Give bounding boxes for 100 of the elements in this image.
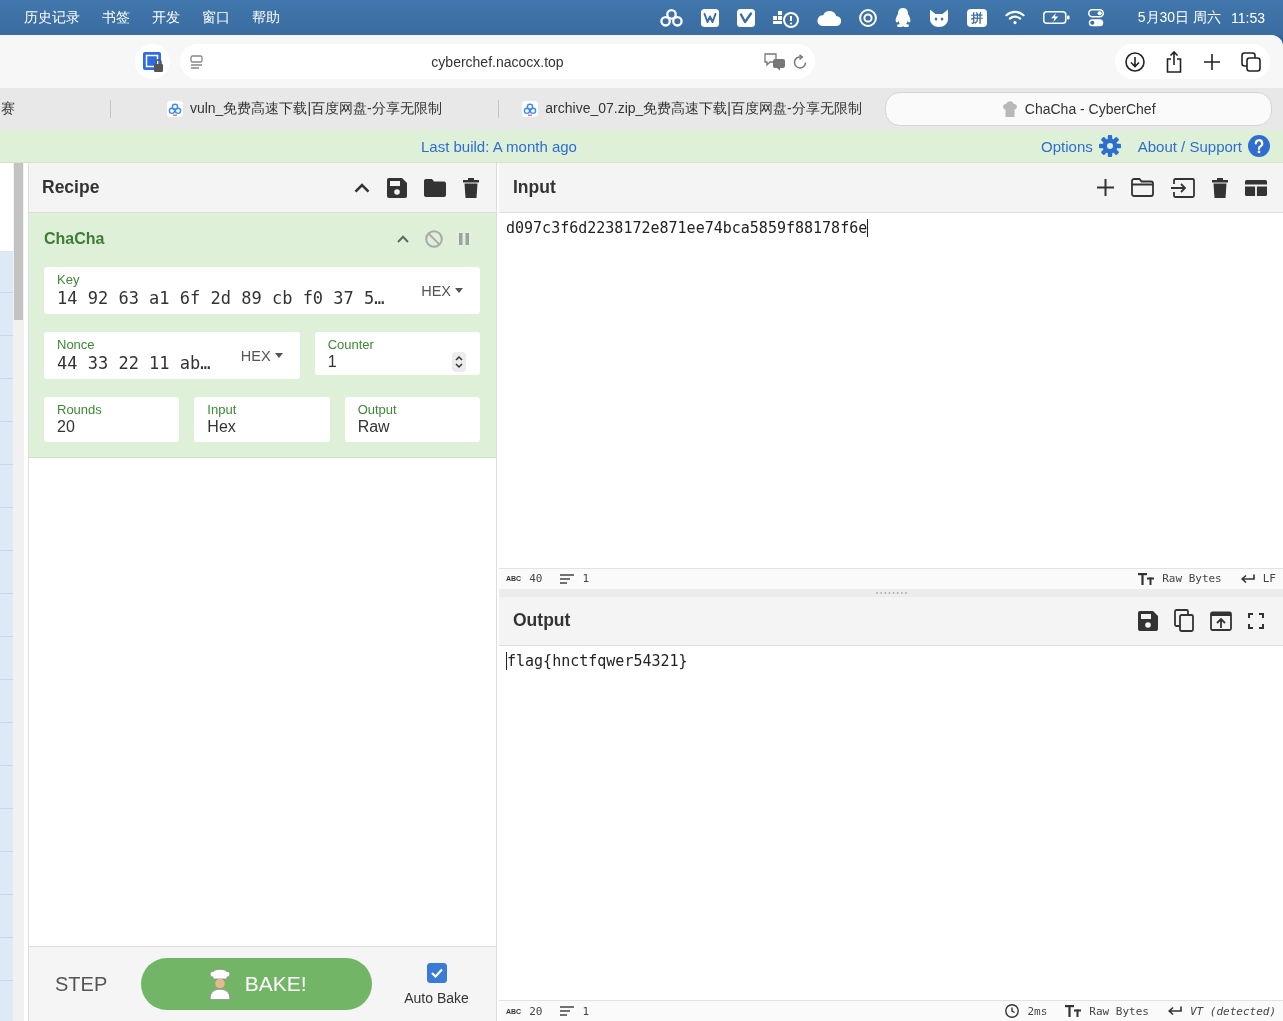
- format-dropdown[interactable]: HEX: [240, 347, 283, 364]
- menu-item[interactable]: 开发: [152, 8, 180, 27]
- encoding-label[interactable]: Raw Bytes: [1162, 572, 1222, 585]
- translate-icon[interactable]: [764, 52, 786, 71]
- operation-title: ChaCha: [44, 230, 105, 248]
- field-label: Rounds: [57, 402, 102, 417]
- chevron-up-icon[interactable]: [354, 182, 370, 193]
- arrow-up-box-icon[interactable]: [1210, 610, 1232, 631]
- length-count: 40: [529, 572, 543, 585]
- field-label: Nonce: [57, 337, 95, 352]
- download-icon[interactable]: [1125, 51, 1145, 72]
- encoding-label[interactable]: Raw Bytes: [1089, 1004, 1149, 1018]
- cat-icon[interactable]: [928, 8, 949, 27]
- return-arrow-icon[interactable]: [1239, 573, 1255, 584]
- pane-title: Output: [513, 610, 571, 631]
- save-icon[interactable]: [1138, 610, 1158, 631]
- text-size-icon[interactable]: [1138, 572, 1155, 585]
- input-method-badge[interactable]: 拼: [966, 8, 987, 27]
- field-label: Counter: [327, 337, 374, 352]
- spinner-icon[interactable]: [452, 352, 466, 372]
- wifi-icon[interactable]: [1004, 10, 1025, 25]
- field-label: Input: [207, 402, 237, 417]
- trash-icon[interactable]: [1212, 177, 1228, 198]
- line-count: 1: [582, 1004, 590, 1018]
- scrollbar-thumb[interactable]: [14, 163, 23, 320]
- copy-icon[interactable]: [1174, 609, 1194, 632]
- auto-bake-label[interactable]: Auto Bake: [404, 989, 469, 1006]
- length-count: 20: [529, 1004, 543, 1018]
- pane-title: Recipe: [42, 177, 100, 198]
- menu-item[interactable]: 历史记录: [24, 8, 80, 27]
- field-value: Raw: [357, 417, 390, 437]
- dropdown-field[interactable]: Rounds 20: [44, 397, 180, 442]
- toggles-icon[interactable]: [1087, 8, 1104, 27]
- format-dropdown[interactable]: HEX: [421, 282, 463, 299]
- penguin-icon[interactable]: [894, 8, 911, 27]
- caret-icon: [455, 288, 463, 293]
- plus-icon[interactable]: [1097, 179, 1114, 196]
- trash-icon[interactable]: [463, 177, 479, 198]
- pane-title: Input: [513, 177, 556, 198]
- dropdown-field[interactable]: Output Raw: [344, 397, 480, 442]
- number-field[interactable]: Counter 1: [314, 332, 480, 375]
- dropdown-field[interactable]: Input Hex: [194, 397, 330, 442]
- field-value: Hex: [207, 417, 236, 437]
- rings-icon[interactable]: [659, 8, 683, 27]
- address-bar[interactable]: cyberchef.nacocx.top: [180, 44, 815, 79]
- line-ending-label[interactable]: LF: [1262, 572, 1276, 585]
- field-value: 44 33 22 11 ab…: [57, 352, 211, 374]
- fullscreen-icon[interactable]: [1248, 612, 1264, 629]
- menu-item[interactable]: 书签: [102, 8, 130, 27]
- arrow-into-box-icon[interactable]: [1171, 177, 1195, 198]
- step-button[interactable]: STEP: [55, 972, 108, 996]
- battery-icon[interactable]: [1042, 11, 1070, 24]
- line-ending-label[interactable]: VT (detected): [1189, 1004, 1276, 1018]
- reload-icon[interactable]: [793, 54, 807, 69]
- lines-icon: [560, 1006, 575, 1016]
- target-icon[interactable]: [858, 8, 877, 27]
- share-icon[interactable]: [1165, 50, 1183, 73]
- plus-icon[interactable]: [1203, 52, 1221, 71]
- text-cursor: [506, 651, 507, 670]
- check-tile-icon[interactable]: [736, 8, 755, 27]
- browser-tab[interactable]: ChaCha - CyberChef: [885, 92, 1272, 126]
- save-icon[interactable]: [387, 177, 407, 198]
- menu-bar-clock[interactable]: 11:53: [1231, 9, 1265, 26]
- overlapping-squares-icon[interactable]: [1241, 51, 1261, 72]
- input-text: d097c3f6d2238172e871ee74bca5859f88178f6e: [506, 218, 868, 238]
- text-field[interactable]: Key 14 92 63 a1 6f 2d 89 cb f0 37 5… HEX: [44, 267, 480, 314]
- text-field[interactable]: Nonce 44 33 22 11 ab… HEX: [44, 332, 300, 379]
- field-value: 14 92 63 a1 6f 2d 89 cb f0 37 5…: [57, 287, 385, 309]
- about-support-link[interactable]: About / Support: [1137, 135, 1270, 157]
- options-link[interactable]: Options: [1041, 135, 1121, 157]
- caret-icon: [274, 353, 283, 358]
- window-layout-icon[interactable]: [1245, 179, 1267, 196]
- shield-lock-icon: [141, 50, 164, 73]
- chef-hat-icon: [1001, 100, 1018, 118]
- menu-item[interactable]: 帮助: [252, 8, 280, 27]
- lines-icon: [560, 573, 575, 584]
- last-build-link[interactable]: Last build: A month ago: [421, 137, 577, 155]
- browser-tab[interactable]: vuln_免费高速下载|百度网盘-分享无限制: [111, 92, 498, 126]
- return-arrow-icon[interactable]: [1166, 1006, 1182, 1016]
- clock-icon: [1005, 1004, 1020, 1018]
- field-label: Key: [57, 272, 80, 287]
- settings-icon: [1098, 135, 1121, 157]
- text-size-icon[interactable]: [1065, 1005, 1082, 1017]
- field-label: Output: [357, 402, 397, 417]
- privacy-button[interactable]: [135, 44, 170, 79]
- folder-outline-icon[interactable]: [1131, 178, 1154, 197]
- folder-icon[interactable]: [424, 178, 446, 197]
- auto-bake-checkbox[interactable]: [426, 962, 447, 983]
- page-menu-icon[interactable]: [190, 54, 203, 69]
- menu-item[interactable]: 窗口: [202, 8, 230, 27]
- cloud-icon[interactable]: [816, 9, 841, 26]
- chef-icon: [206, 968, 233, 1000]
- browser-tab[interactable]: archive_07.zip_免费高速下载|百度网盘-分享无限制: [498, 92, 886, 126]
- browser-tab[interactable]: 赛: [0, 92, 110, 126]
- output-text: flag{hnctfqwer54321}: [507, 650, 688, 671]
- url-text: cyberchef.nacocx.top: [430, 53, 565, 70]
- checkmark-icon: [430, 967, 443, 978]
- text-cursor: [867, 219, 869, 237]
- menu-bar-date[interactable]: 5月30日 周六: [1137, 8, 1221, 27]
- zigzag-tile-icon[interactable]: [700, 8, 719, 27]
